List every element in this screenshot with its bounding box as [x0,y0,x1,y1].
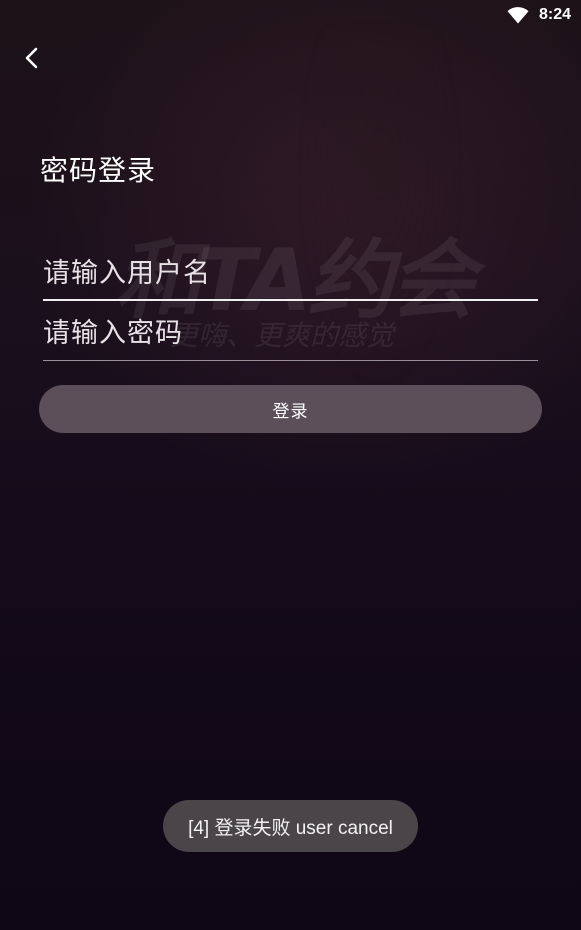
toast-text: [4] 登录失败 user cancel [188,817,393,839]
login-button-label: 登录 [272,401,309,422]
login-button[interactable]: 登录 [39,385,542,433]
password-field [43,313,538,361]
toast-message: [4] 登录失败 user cancel [163,800,418,852]
status-time: 8:24 [538,6,571,23]
wifi-icon [507,7,529,24]
password-underline [43,360,538,361]
chevron-left-icon [25,47,38,69]
password-input[interactable] [43,313,538,353]
username-underline [43,299,538,301]
back-button[interactable] [14,40,50,76]
status-bar: 8:24 [0,0,581,30]
username-input[interactable] [43,253,538,293]
page-title: 密码登录 [40,154,157,187]
username-field [43,253,538,301]
